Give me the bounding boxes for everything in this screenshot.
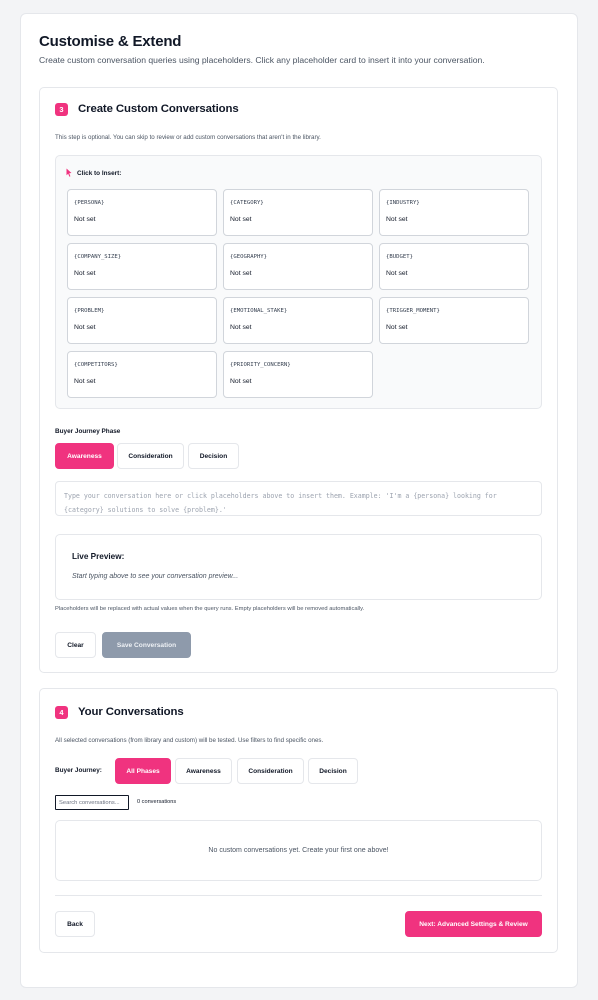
placeholder-value: Not set: [74, 378, 96, 385]
page-subtitle: Create custom conversation queries using…: [39, 55, 485, 65]
create-conversations-title: Create Custom Conversations: [78, 103, 239, 115]
placeholder-value: Not set: [74, 216, 96, 223]
click-to-insert-label: Click to Insert:: [77, 170, 122, 177]
optional-step-note: This step is optional. You can skip to r…: [55, 134, 321, 141]
placeholder-key: {PROBLEM}: [74, 308, 105, 314]
placeholder-key: {BUDGET}: [386, 254, 413, 260]
placeholder-key: {COMPANY_SIZE}: [74, 254, 122, 260]
conversation-count: 0 conversations: [137, 799, 177, 805]
empty-state-message: No custom conversations yet. Create your…: [55, 820, 542, 881]
phase-decision-button[interactable]: Decision: [188, 443, 239, 469]
placeholder-value: Not set: [386, 216, 408, 223]
filter-decision-button[interactable]: Decision: [308, 758, 358, 784]
buyer-journey-filter-label: Buyer Journey:: [55, 767, 102, 774]
live-preview-box: Live Preview: Start typing above to see …: [55, 534, 542, 600]
buyer-journey-phase-label: Buyer Journey Phase: [55, 428, 121, 435]
placeholder-card-problem[interactable]: {PROBLEM} Not set: [67, 297, 217, 344]
placeholder-card-geography[interactable]: {GEOGRAPHY} Not set: [223, 243, 373, 290]
live-preview-text: Start typing above to see your conversat…: [72, 573, 239, 580]
cursor-pointer-icon: [66, 168, 72, 177]
placeholder-value: Not set: [230, 270, 252, 277]
footer-divider: [55, 895, 542, 896]
phase-consideration-button[interactable]: Consideration: [117, 443, 184, 469]
filter-awareness-button[interactable]: Awareness: [175, 758, 232, 784]
placeholder-card-company-size[interactable]: {COMPANY_SIZE} Not set: [67, 243, 217, 290]
placeholder-key: {PERSONA}: [74, 200, 105, 206]
placeholder-replace-note: Placeholders will be replaced with actua…: [55, 606, 365, 612]
placeholder-key: {PRIORITY_CONCERN}: [230, 362, 291, 368]
placeholder-key: {GEOGRAPHY}: [230, 254, 268, 260]
step-4-badge: 4: [55, 706, 68, 719]
placeholder-card-priority-concern[interactable]: {PRIORITY_CONCERN} Not set: [223, 351, 373, 398]
placeholder-card-emotional-stake[interactable]: {EMOTIONAL_STAKE} Not set: [223, 297, 373, 344]
filter-consideration-button[interactable]: Consideration: [237, 758, 304, 784]
filter-all-phases-button[interactable]: All Phases: [115, 758, 171, 784]
clear-button[interactable]: Clear: [55, 632, 96, 658]
placeholder-value: Not set: [230, 216, 252, 223]
live-preview-title: Live Preview:: [72, 552, 125, 561]
placeholder-key: {TRIGGER_MOMENT}: [386, 308, 440, 314]
placeholder-card-competitors[interactable]: {COMPETITORS} Not set: [67, 351, 217, 398]
placeholder-card-category[interactable]: {CATEGORY} Not set: [223, 189, 373, 236]
placeholder-card-industry[interactable]: {INDUSTRY} Not set: [379, 189, 529, 236]
placeholder-key: {EMOTIONAL_STAKE}: [230, 308, 288, 314]
search-conversations-input[interactable]: [55, 795, 129, 810]
placeholder-value: Not set: [74, 270, 96, 277]
placeholder-card-persona[interactable]: {PERSONA} Not set: [67, 189, 217, 236]
placeholder-key: {INDUSTRY}: [386, 200, 420, 206]
step-3-badge: 3: [55, 103, 68, 116]
placeholder-value: Not set: [230, 324, 252, 331]
placeholder-key: {COMPETITORS}: [74, 362, 118, 368]
placeholder-value: Not set: [74, 324, 96, 331]
next-advanced-settings-button[interactable]: Next: Advanced Settings & Review: [405, 911, 542, 937]
placeholder-card-budget[interactable]: {BUDGET} Not set: [379, 243, 529, 290]
conversations-note: All selected conversations (from library…: [55, 737, 324, 744]
phase-awareness-button[interactable]: Awareness: [55, 443, 114, 469]
placeholder-value: Not set: [386, 270, 408, 277]
placeholder-card-trigger-moment[interactable]: {TRIGGER_MOMENT} Not set: [379, 297, 529, 344]
page-title: Customise & Extend: [39, 33, 182, 50]
your-conversations-title: Your Conversations: [78, 706, 184, 718]
placeholder-key: {CATEGORY}: [230, 200, 264, 206]
placeholder-value: Not set: [230, 378, 252, 385]
save-conversation-button[interactable]: Save Conversation: [102, 632, 191, 658]
back-button[interactable]: Back: [55, 911, 95, 937]
conversation-textarea[interactable]: Type your conversation here or click pla…: [55, 481, 542, 516]
placeholder-value: Not set: [386, 324, 408, 331]
